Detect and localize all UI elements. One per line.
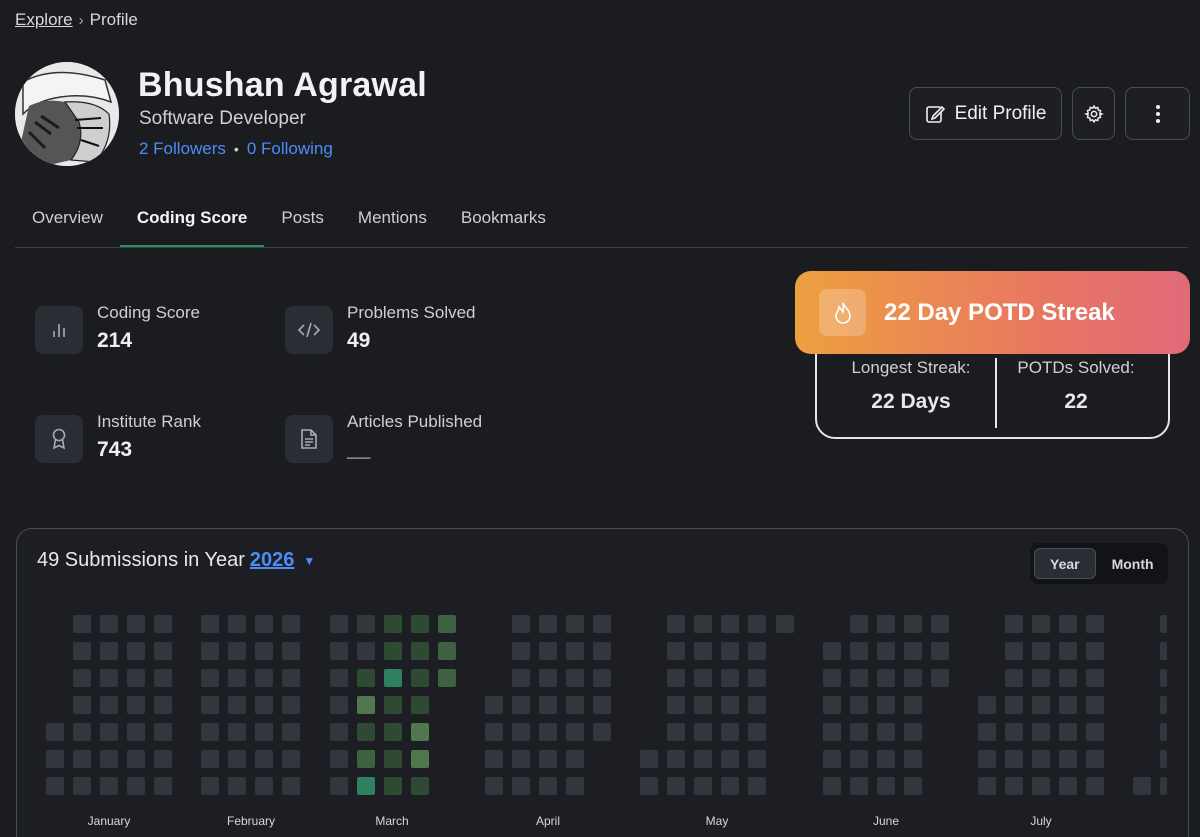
tab-bookmarks[interactable]: Bookmarks [444, 196, 563, 247]
followers-link[interactable]: 2 Followers [139, 139, 226, 159]
year-selector[interactable]: 2026 [250, 549, 295, 572]
longest-streak-value: 22 Days [871, 390, 951, 413]
settings-button[interactable] [1072, 87, 1115, 140]
tab-overview[interactable]: Overview [15, 196, 120, 247]
stat-articles-published: Articles Published __ [285, 412, 483, 463]
tab-posts[interactable]: Posts [264, 196, 341, 247]
stat-label: Coding Score [97, 303, 201, 322]
stat-value: 214 [97, 329, 133, 352]
stat-label: Articles Published [347, 412, 483, 431]
edit-profile-button[interactable]: Edit Profile [909, 87, 1062, 140]
submissions-count-text: 49 Submissions in Year [37, 549, 245, 571]
stat-problems-solved: Problems Solved 49 [285, 303, 476, 354]
view-month-option[interactable]: Month [1102, 548, 1164, 579]
streak-title: 22 Day POTD Streak [884, 298, 1115, 326]
potds-solved-label: POTDs Solved: [1017, 358, 1135, 377]
gear-icon [1083, 104, 1104, 123]
potds-solved: POTDs Solved: 22 [987, 358, 1165, 414]
document-icon [285, 415, 333, 463]
profile-page: Explore › Profile Bhushan Agrawal Softwa… [0, 0, 1200, 837]
edit-profile-label: Edit Profile [954, 102, 1047, 124]
submissions-card [16, 528, 1189, 837]
longest-streak-label: Longest Streak: [851, 358, 971, 377]
more-vertical-icon [1155, 104, 1160, 123]
submissions-title: 49 Submissions in Year 2026 ▼ [37, 549, 315, 572]
stat-institute-rank: Institute Rank 743 [35, 412, 201, 463]
profile-name: Bhushan Agrawal [138, 66, 427, 104]
stat-label: Institute Rank [97, 412, 201, 431]
stat-label: Problems Solved [347, 303, 476, 322]
stat-coding-score: Coding Score 214 [35, 303, 201, 354]
following-link[interactable]: 0 Following [247, 139, 333, 159]
tab-coding-score[interactable]: Coding Score [119, 196, 265, 247]
profile-tabs: Overview Coding Score Posts Mentions Boo… [15, 196, 1188, 248]
separator-dot: • [233, 141, 239, 157]
longest-streak: Longest Streak: 22 Days [822, 358, 1000, 414]
stat-value: 49 [347, 329, 371, 352]
stat-value: 743 [97, 438, 133, 461]
flame-icon [819, 289, 866, 336]
caret-down-icon[interactable]: ▼ [303, 554, 315, 568]
view-toggle: Year Month [1030, 543, 1168, 584]
view-year-option[interactable]: Year [1034, 548, 1096, 579]
streak-banner: 22 Day POTD Streak [795, 271, 1190, 354]
bar-chart-icon [35, 306, 83, 354]
avatar[interactable] [15, 62, 119, 166]
tab-mentions[interactable]: Mentions [341, 196, 444, 247]
potds-solved-value: 22 [1064, 390, 1088, 413]
medal-icon [35, 415, 83, 463]
more-options-button[interactable] [1125, 87, 1190, 140]
chevron-right-icon: › [78, 11, 84, 29]
stat-value: __ [347, 438, 371, 461]
breadcrumb-current: Profile [89, 10, 138, 29]
profile-role: Software Developer [139, 108, 306, 129]
code-icon [285, 306, 333, 354]
breadcrumb: Explore › Profile [15, 10, 138, 30]
breadcrumb-explore-link[interactable]: Explore [15, 10, 73, 30]
follow-counts: 2 Followers • 0 Following [139, 139, 333, 159]
edit-icon [925, 105, 945, 123]
